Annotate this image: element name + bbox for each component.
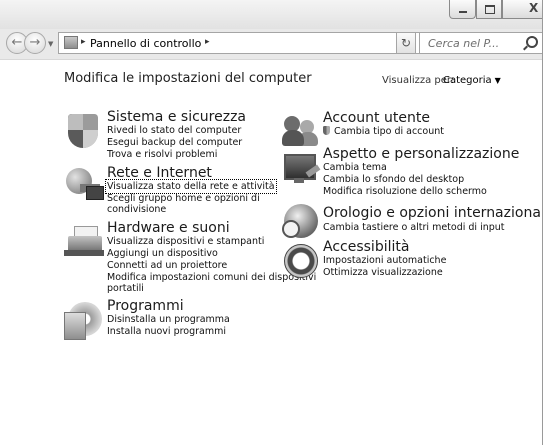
view-by-value: Categoria — [443, 75, 492, 86]
link-backup[interactable]: Esegui backup del computer — [107, 137, 242, 148]
recent-pages-dropdown[interactable]: ▼ — [48, 40, 53, 48]
link-add-device[interactable]: Aggiungi un dispositivo — [107, 248, 218, 259]
link-homegroup[interactable]: Scegli gruppo home e opzioni di — [107, 193, 260, 204]
forward-button[interactable]: → — [24, 32, 46, 54]
programs-disc-icon[interactable] — [64, 300, 104, 340]
main-content: Modifica le impostazioni del computer Vi… — [0, 59, 542, 445]
address-bar[interactable]: ▸ Pannello di controllo ▸ ▼ — [58, 32, 451, 54]
users-icon[interactable] — [282, 112, 320, 148]
link-projector[interactable]: Connetti ad un proiettore — [107, 260, 227, 271]
link-devices-printers[interactable]: Visualizza dispositivi e stampanti — [107, 236, 264, 247]
close-button[interactable]: X — [502, 0, 542, 19]
link-change-theme[interactable]: Cambia tema — [323, 162, 387, 173]
back-arrow-icon: ← — [11, 35, 23, 50]
accessibility-icon[interactable] — [282, 242, 322, 282]
breadcrumb-arrow-icon[interactable]: ▸ — [205, 37, 210, 47]
link-homegroup-cont[interactable]: condivisione — [107, 204, 166, 215]
category-title-clock-region[interactable]: Orologio e opzioni internazionali — [323, 205, 542, 221]
link-change-keyboards[interactable]: Cambia tastiere o altri metodi di input — [323, 222, 505, 233]
category-title-accessibility[interactable]: Accessibilità — [323, 239, 409, 255]
link-automatic-settings[interactable]: Impostazioni automatiche — [323, 255, 446, 266]
refresh-icon: ↻ — [400, 36, 412, 50]
title-bar: X — [0, 0, 542, 29]
category-title-network[interactable]: Rete e Internet — [107, 165, 212, 181]
control-panel-window: X ← → ▼ ▸ Pannello di controllo ▸ ▼ ↻ Mo… — [0, 0, 543, 445]
search-box[interactable] — [419, 32, 542, 54]
minimize-button[interactable] — [449, 0, 476, 19]
link-troubleshoot[interactable]: Trova e risolvi problemi — [107, 149, 217, 160]
shield-icon[interactable] — [64, 110, 102, 150]
navigation-bar: ← → ▼ ▸ Pannello di controllo ▸ ▼ ↻ — [0, 29, 542, 59]
display-brush-icon[interactable] — [282, 150, 322, 186]
control-panel-icon — [64, 36, 78, 49]
maximize-button[interactable] — [476, 0, 502, 19]
link-install[interactable]: Installa nuovi programmi — [107, 326, 226, 337]
search-icon[interactable] — [526, 36, 538, 48]
network-globe-icon[interactable] — [64, 166, 104, 202]
link-change-account-type-label: Cambia tipo di account — [334, 126, 444, 137]
chevron-down-icon: ▼ — [494, 76, 501, 85]
link-optimize-display[interactable]: Ottimizza visualizzazione — [323, 267, 443, 278]
category-title-hardware[interactable]: Hardware e suoni — [107, 220, 230, 236]
category-title-appearance[interactable]: Aspetto e personalizzazione — [323, 146, 519, 162]
breadcrumb[interactable]: Pannello di controllo — [90, 37, 201, 50]
forward-arrow-icon: → — [29, 35, 41, 50]
breadcrumb-arrow-icon[interactable]: ▸ — [81, 37, 86, 47]
globe-clock-icon[interactable] — [282, 202, 322, 242]
category-title-system-security[interactable]: Sistema e sicurezza — [107, 109, 246, 125]
refresh-button[interactable]: ↻ — [396, 32, 416, 54]
search-input[interactable] — [420, 33, 524, 53]
link-change-account-type[interactable]: Cambia tipo di account — [323, 126, 444, 137]
link-screen-resolution[interactable]: Modifica risoluzione dello schermo — [323, 186, 487, 197]
printer-icon[interactable] — [64, 222, 104, 258]
uac-shield-icon — [323, 126, 330, 135]
category-title-programs[interactable]: Programmi — [107, 298, 184, 314]
view-by-dropdown[interactable]: Categoria ▼ — [443, 75, 501, 86]
category-title-user-accounts[interactable]: Account utente — [323, 110, 430, 126]
link-mobility-settings-cont[interactable]: portatili — [107, 283, 144, 294]
close-icon: X — [529, 1, 539, 15]
page-title: Modifica le impostazioni del computer — [64, 71, 312, 86]
link-change-background[interactable]: Cambia lo sfondo del desktop — [323, 174, 464, 185]
link-review-status[interactable]: Rivedi lo stato del computer — [107, 125, 241, 136]
link-uninstall[interactable]: Disinstalla un programma — [107, 314, 230, 325]
link-network-status[interactable]: Visualizza stato della rete e attività — [105, 179, 277, 194]
